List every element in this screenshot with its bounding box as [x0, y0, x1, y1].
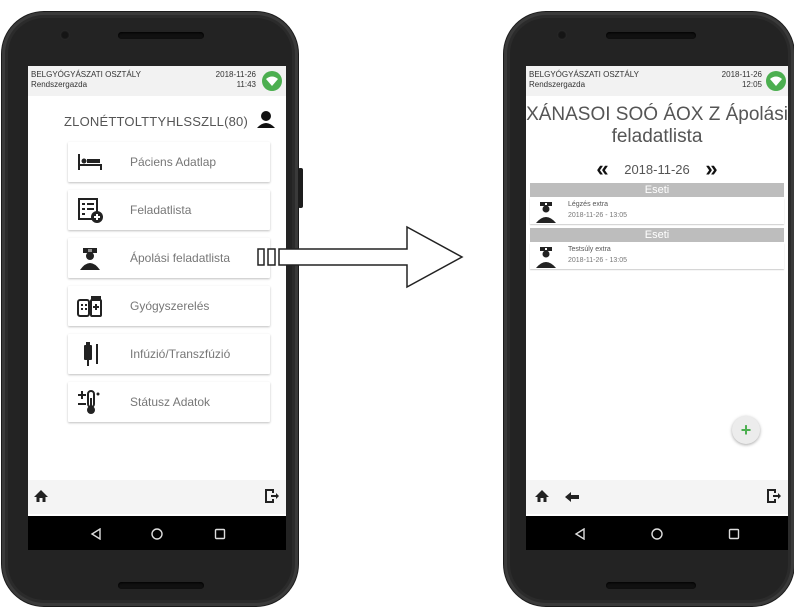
menu-item-medication[interactable]: Gyógyszerelés [68, 286, 270, 326]
nav-recents-icon[interactable] [728, 527, 740, 545]
department-label: BELGYÓGYÁSZATI OSZTÁLY [31, 70, 141, 79]
app-bottom-bar [28, 480, 286, 514]
task-list-add-icon [76, 196, 104, 224]
menu-item-label: Infúzió/Transzfúzió [130, 347, 231, 361]
task-item[interactable]: Légzés extra 2018-11-26 - 13:05 [530, 198, 784, 224]
time-label: 11:43 [236, 80, 256, 89]
user-label: Rendszergazda [529, 80, 586, 89]
page-title: XÁNASOI SOÓ ÁOX Z Ápolási feladatlista [526, 104, 788, 148]
menu-item-label: Ápolási feladatlista [130, 251, 231, 265]
menu-item-task-list[interactable]: Feladatlista [68, 190, 270, 230]
bed-icon [76, 148, 104, 176]
nurse-icon [534, 246, 558, 273]
page-title-line1: XÁNASOI SOÓ ÁOX Z Ápolási [526, 104, 788, 125]
task-time: 2018-11-26 - 13:05 [568, 257, 628, 264]
person-icon[interactable] [256, 110, 276, 133]
menu-item-label: Feladatlista [130, 203, 192, 217]
home-icon[interactable] [33, 489, 49, 508]
next-day-button[interactable]: » [705, 156, 717, 181]
nav-recents-icon[interactable] [214, 527, 226, 545]
wifi-icon [262, 71, 282, 91]
date-label: 2018-11-26 [721, 70, 762, 79]
status-header: BELGYÓGYÁSZATI OSZTÁLY Rendszergazda 201… [526, 66, 788, 96]
android-nav-bar [28, 516, 286, 550]
infusion-icon [76, 340, 104, 368]
android-nav-bar [526, 516, 788, 550]
page-title-line2: feladatlista [611, 126, 703, 147]
menu-item-label: Státusz Adatok [130, 395, 211, 409]
nav-home-icon[interactable] [651, 527, 663, 545]
right-phone-speaker [606, 32, 696, 39]
app-bottom-bar [526, 480, 788, 514]
status-header: BELGYÓGYÁSZATI OSZTÁLY Rendszergazda 201… [28, 66, 286, 96]
time-label: 12:05 [741, 80, 762, 89]
right-screen: BELGYÓGYÁSZATI OSZTÁLY Rendszergazda 201… [526, 66, 788, 550]
previous-day-button[interactable]: « [596, 156, 608, 181]
thermometer-icon [76, 388, 104, 416]
left-phone-camera [60, 30, 70, 40]
task-time: 2018-11-26 - 13:05 [568, 212, 628, 219]
left-screen: BELGYÓGYÁSZATI OSZTÁLY Rendszergazda 201… [28, 66, 286, 550]
wifi-icon [766, 71, 786, 91]
menu-item-status-data[interactable]: Státusz Adatok [68, 382, 270, 422]
nav-back-icon[interactable] [90, 527, 102, 545]
department-label: BELGYÓGYÁSZATI OSZTÁLY [529, 70, 639, 79]
nav-back-icon[interactable] [574, 527, 586, 545]
back-arrow-icon[interactable] [564, 490, 580, 508]
left-phone-bottom-speaker [118, 582, 204, 589]
home-icon[interactable] [534, 489, 550, 508]
menu-item-nursing-task-list[interactable]: Ápolási feladatlista [68, 238, 270, 278]
patient-name: ZLONÉTTOLTTYHLSSZLL(80) [64, 114, 248, 129]
arrow-graphic [257, 225, 465, 294]
left-phone-speaker [118, 32, 204, 39]
menu-item-infusion[interactable]: Infúzió/Transzfúzió [68, 334, 270, 374]
menu-item-patient-sheet[interactable]: Páciens Adatlap [68, 142, 270, 182]
task-name: Légzés extra [568, 201, 609, 208]
menu-item-label: Páciens Adatlap [130, 155, 217, 169]
right-phone-camera [557, 30, 567, 40]
logout-icon[interactable] [264, 488, 280, 509]
current-date: 2018-11-26 [624, 162, 690, 177]
right-phone-bottom-speaker [606, 582, 696, 589]
date-label: 2018-11-26 [215, 70, 256, 79]
user-label: Rendszergazda [31, 80, 88, 89]
logout-icon[interactable] [766, 488, 782, 509]
nurse-icon [534, 201, 558, 228]
add-task-button[interactable]: + [732, 416, 760, 444]
section-header: Eseti [530, 183, 784, 197]
date-navigator: « 2018-11-26 » [526, 156, 788, 182]
nav-home-icon[interactable] [151, 527, 163, 545]
medication-icon [76, 292, 104, 320]
section-header: Eseti [530, 228, 784, 242]
nurse-icon [76, 244, 104, 272]
menu-item-label: Gyógyszerelés [130, 299, 210, 313]
left-phone-side-button [298, 168, 303, 208]
task-name: Testsúly extra [568, 246, 611, 253]
task-item[interactable]: Testsúly extra 2018-11-26 - 13:05 [530, 243, 784, 269]
